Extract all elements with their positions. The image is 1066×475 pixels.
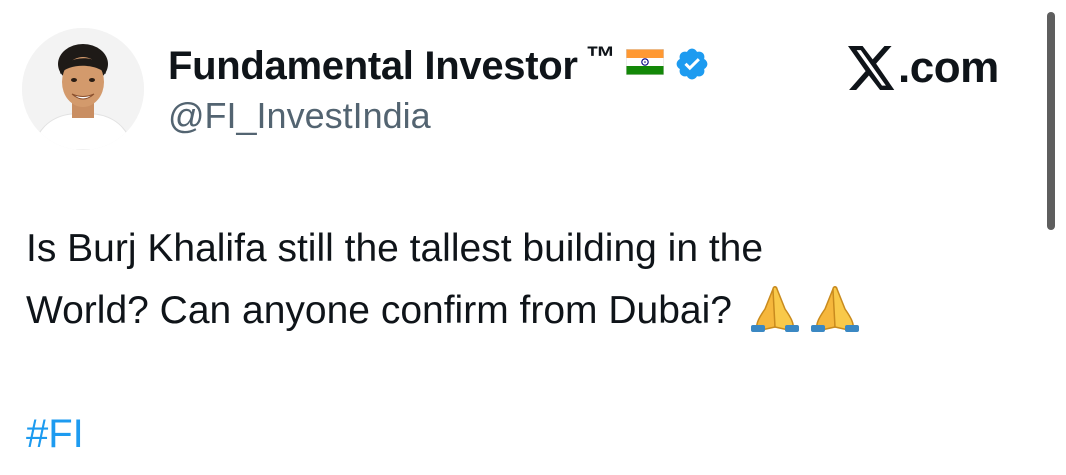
profile-avatar[interactable] [22, 28, 144, 150]
trademark-symbol: ™ [585, 41, 616, 74]
display-name-row: Fundamental Investor ™ [168, 36, 710, 96]
display-name[interactable]: Fundamental Investor [168, 36, 578, 96]
hashtag-link[interactable]: #FI [26, 408, 84, 460]
tweet-line-2-text: World? Can anyone confirm from Dubai? [26, 289, 732, 332]
brand-text: .com [898, 43, 999, 92]
verified-badge-icon [674, 46, 710, 82]
x-logo-icon [848, 46, 896, 90]
scrollbar-thumb[interactable] [1047, 12, 1055, 230]
tweet-text: Is Burj Khalifa still the tallest buildi… [26, 218, 1026, 342]
tweet-line-2: World? Can anyone confirm from Dubai? [26, 280, 1026, 342]
tweet-line-1: Is Burj Khalifa still the tallest buildi… [26, 227, 764, 270]
india-flag-icon [625, 48, 665, 76]
avatar-image [22, 28, 144, 150]
folded-hands-emoji [807, 283, 863, 333]
brand-watermark: .com [848, 40, 999, 96]
folded-hands-emoji [747, 283, 803, 333]
user-handle[interactable]: @FI_InvestIndia [168, 94, 431, 138]
